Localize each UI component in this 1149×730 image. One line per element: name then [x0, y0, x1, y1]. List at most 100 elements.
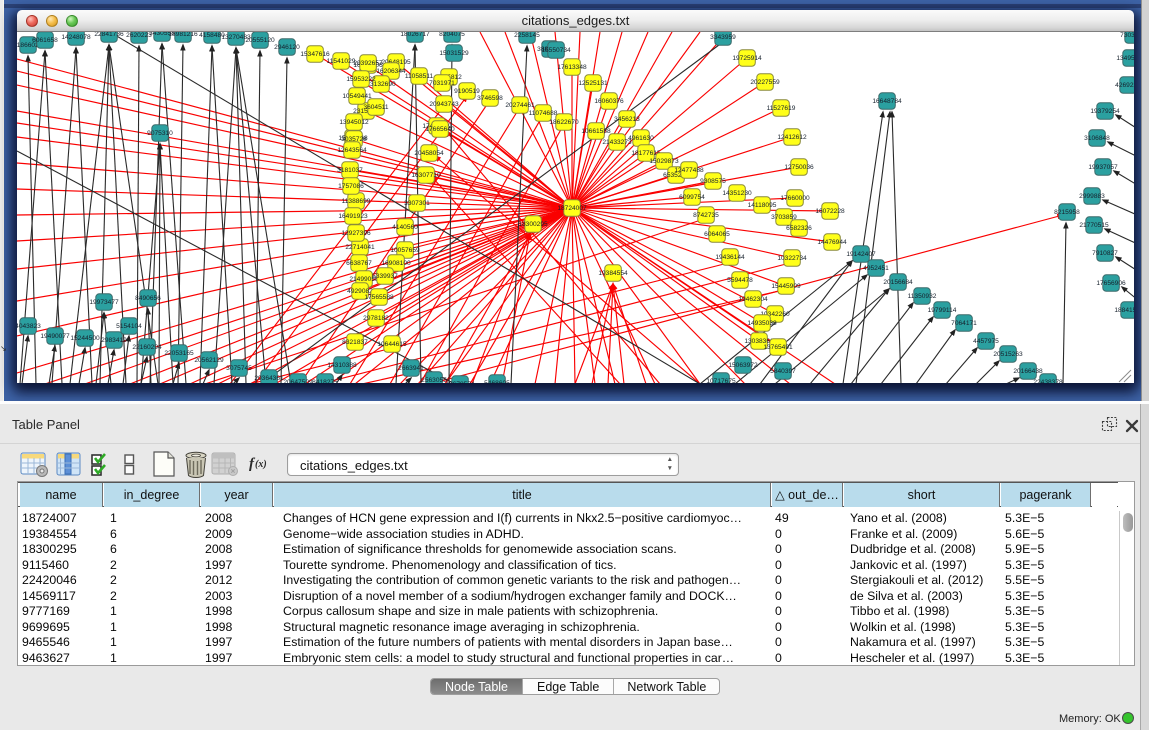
svg-text:12643564: 12643564 — [337, 147, 367, 154]
svg-text:7064171: 7064171 — [951, 320, 977, 327]
svg-text:2946120: 2946120 — [274, 44, 300, 51]
svg-text:6064065: 6064065 — [704, 231, 730, 238]
svg-text:12477488: 12477488 — [674, 167, 704, 174]
svg-text:16072228: 16072228 — [815, 208, 845, 215]
svg-text:10644615: 10644615 — [377, 341, 407, 348]
svg-text:(x): (x) — [255, 459, 267, 470]
svg-text:11074688: 11074688 — [529, 110, 558, 117]
svg-text:16648784: 16648784 — [872, 98, 902, 105]
svg-text:3343959: 3343959 — [710, 34, 736, 41]
svg-text:3307301: 3307301 — [404, 200, 430, 207]
svg-text:8215958: 8215958 — [1054, 209, 1080, 216]
svg-text:14248078: 14248078 — [61, 34, 91, 41]
svg-text:16060376: 16060376 — [594, 98, 624, 105]
svg-text:13495588: 13495588 — [1116, 55, 1134, 62]
svg-text:22714041: 22714041 — [345, 244, 375, 251]
svg-text:20364361: 20364361 — [254, 375, 284, 382]
svg-text:3075745: 3075745 — [226, 365, 252, 372]
svg-text:16206344: 16206344 — [376, 68, 406, 75]
svg-text:18026717: 18026717 — [400, 32, 430, 38]
svg-text:11541029: 11541029 — [327, 58, 356, 65]
svg-text:22438378: 22438378 — [1033, 379, 1063, 383]
svg-text:3746598: 3746598 — [477, 95, 503, 102]
svg-text:3456213: 3456213 — [614, 116, 640, 123]
svg-text:4961630: 4961630 — [628, 135, 654, 142]
svg-text:5468605: 5468605 — [484, 380, 510, 383]
svg-text:18841570: 18841570 — [1114, 307, 1134, 314]
svg-text:6061658: 6061658 — [32, 37, 58, 44]
svg-text:11388699: 11388699 — [342, 198, 371, 205]
svg-text:16908100: 16908100 — [381, 260, 411, 267]
svg-text:20392657: 20392657 — [353, 60, 383, 67]
svg-text:2983419: 2983419 — [101, 337, 127, 344]
svg-text:10322734: 10322734 — [777, 255, 807, 262]
svg-text:5154104: 5154104 — [116, 323, 142, 330]
svg-text:10717675: 10717675 — [706, 378, 736, 383]
svg-text:17665640: 17665640 — [425, 126, 455, 133]
svg-text:9190519: 9190519 — [454, 88, 480, 95]
svg-text:3604511: 3604511 — [363, 104, 389, 111]
svg-text:20562129: 20562129 — [194, 357, 224, 364]
svg-text:6099754: 6099754 — [679, 194, 705, 201]
svg-text:19379254: 19379254 — [1090, 108, 1120, 115]
svg-text:12412612: 12412612 — [777, 134, 807, 141]
svg-text:20166438: 20166438 — [1013, 368, 1043, 375]
svg-text:12750036: 12750036 — [784, 164, 814, 171]
svg-text:18724007: 18724007 — [557, 205, 587, 212]
svg-text:20156684: 20156684 — [883, 279, 913, 286]
svg-text:6638767: 6638767 — [346, 260, 372, 267]
svg-text:3106848: 3106848 — [1084, 135, 1110, 142]
svg-text:10661588: 10661588 — [581, 128, 611, 135]
svg-text:2663941: 2663941 — [398, 365, 424, 372]
svg-text:2258145: 2258145 — [514, 32, 540, 39]
svg-text:9075310: 9075310 — [147, 130, 173, 137]
svg-text:20458054: 20458054 — [414, 150, 444, 157]
svg-text:15445909: 15445909 — [771, 283, 801, 290]
svg-text:14935038: 14935038 — [747, 320, 777, 327]
svg-text:19937057: 19937057 — [1088, 164, 1118, 171]
svg-text:20515263: 20515263 — [993, 351, 1023, 358]
svg-text:20555120: 20555120 — [245, 37, 275, 44]
svg-text:15347616: 15347616 — [300, 51, 330, 58]
svg-text:6582326: 6582326 — [786, 225, 812, 232]
svg-text:15953222: 15953222 — [346, 76, 376, 83]
svg-text:19678574: 19678574 — [445, 381, 475, 383]
svg-text:17656906: 17656906 — [1096, 280, 1126, 287]
svg-text:17660000: 17660000 — [780, 195, 810, 202]
svg-text:5339937: 5339937 — [372, 273, 398, 280]
svg-text:19384554: 19384554 — [598, 270, 628, 277]
svg-text:10057659: 10057659 — [390, 247, 420, 254]
svg-text:11350932: 11350932 — [908, 293, 937, 300]
svg-text:2978182: 2978182 — [363, 315, 389, 322]
svg-text:15029873: 15029873 — [649, 158, 679, 165]
svg-text:13765491: 13765491 — [763, 344, 793, 351]
svg-text:7910827: 7910827 — [1092, 250, 1118, 257]
svg-text:15031529: 15031529 — [439, 50, 469, 57]
svg-text:19799114: 19799114 — [928, 307, 957, 314]
svg-text:2563055: 2563055 — [421, 377, 447, 383]
svg-text:4043823: 4043823 — [17, 323, 41, 330]
svg-text:20227559: 20227559 — [750, 79, 780, 86]
svg-text:21770515: 21770515 — [1079, 222, 1109, 229]
svg-text:10549441: 10549441 — [342, 93, 372, 100]
svg-text:11058511: 11058511 — [405, 73, 434, 80]
svg-text:18300295: 18300295 — [518, 221, 548, 228]
svg-text:19462304: 19462304 — [738, 296, 768, 303]
svg-text:7303905: 7303905 — [1120, 32, 1134, 39]
svg-text:13945012: 13945012 — [339, 119, 369, 126]
svg-text:19142407: 19142407 — [846, 251, 876, 258]
svg-text:19725914: 19725914 — [732, 55, 762, 62]
svg-text:20647509: 20647509 — [283, 379, 313, 383]
svg-text:22053165: 22053165 — [164, 350, 194, 357]
svg-text:4952451: 4952451 — [863, 265, 889, 272]
svg-text:18622670: 18622670 — [549, 119, 579, 126]
svg-text:18981216: 18981216 — [168, 32, 198, 38]
svg-text:5594478: 5594478 — [727, 277, 753, 284]
svg-text:4457975: 4457975 — [973, 338, 999, 345]
svg-text:15550734: 15550734 — [541, 47, 571, 54]
svg-text:14476944: 14476944 — [817, 239, 847, 246]
svg-text:17565588: 17565588 — [364, 294, 394, 301]
svg-text:14118095: 14118095 — [748, 202, 777, 209]
svg-text:8742735: 8742735 — [693, 212, 719, 219]
svg-text:19436144: 19436144 — [715, 254, 745, 261]
